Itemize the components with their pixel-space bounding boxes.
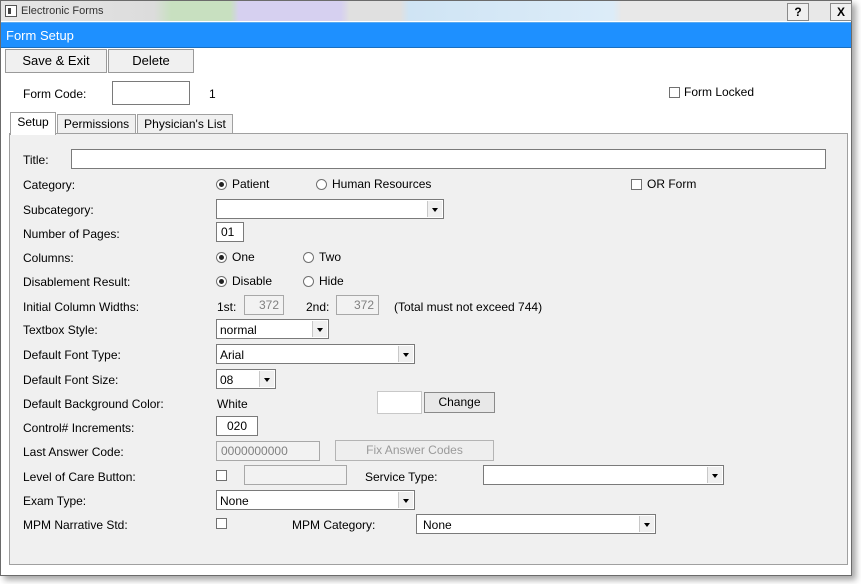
app-icon — [5, 5, 17, 17]
textbox-style-label: Textbox Style: — [23, 323, 98, 337]
chevron-down-icon[interactable] — [639, 516, 654, 532]
or-form-checkbox[interactable] — [631, 179, 642, 190]
width1-input[interactable]: 372 — [244, 295, 284, 315]
form-number: 1 — [209, 87, 216, 101]
exam-type-select[interactable]: None — [216, 490, 415, 510]
width2-input[interactable]: 372 — [336, 295, 379, 315]
columns-label: Columns: — [23, 251, 74, 265]
control-increments-input[interactable]: 020 — [216, 416, 258, 436]
level-of-care-input[interactable] — [244, 465, 347, 485]
chevron-down-icon[interactable] — [398, 492, 413, 508]
title-input[interactable] — [71, 149, 826, 169]
widths-label: Initial Column Widths: — [23, 300, 140, 314]
category-hr-label: Human Resources — [332, 177, 432, 191]
form-setup-title: Form Setup — [6, 28, 74, 43]
chevron-down-icon[interactable] — [398, 346, 413, 362]
mpm-narrative-std-checkbox[interactable] — [216, 518, 227, 529]
form-locked-checkbox[interactable] — [669, 87, 680, 98]
setup-panel — [9, 133, 848, 565]
columns-one-label: One — [232, 250, 255, 264]
form-code-label: Form Code: — [23, 87, 87, 101]
columns-one-radio[interactable] — [216, 252, 227, 263]
font-size-label: Default Font Size: — [23, 373, 119, 387]
tab-setup[interactable]: Setup — [10, 112, 56, 135]
width2-label: 2nd: — [306, 300, 330, 314]
widths-note: (Total must not exceed 744) — [394, 300, 543, 314]
category-hr-radio[interactable] — [316, 179, 327, 190]
bg-color-swatch — [377, 391, 422, 414]
columns-two-label: Two — [319, 250, 342, 264]
change-color-button[interactable]: Change — [424, 392, 495, 413]
font-size-select[interactable]: 08 — [216, 369, 276, 389]
title-bar: Electronic Forms ? X — [1, 1, 852, 21]
mpm-category-label: MPM Category: — [292, 518, 376, 532]
control-increments-label: Control# Increments: — [23, 421, 135, 435]
category-label: Category: — [23, 178, 76, 192]
exam-type-label: Exam Type: — [23, 494, 87, 508]
disable-radio[interactable] — [216, 276, 227, 287]
mpm-category-value: None — [423, 518, 452, 532]
subcategory-select[interactable] — [216, 199, 444, 219]
disable-option-label: Disable — [232, 274, 273, 288]
chevron-down-icon[interactable] — [259, 371, 274, 387]
hide-option-label: Hide — [319, 274, 344, 288]
chevron-down-icon[interactable] — [312, 321, 327, 337]
tab-physicians-list[interactable]: Physician's List — [137, 114, 233, 134]
fix-answer-codes-button[interactable]: Fix Answer Codes — [335, 440, 494, 461]
font-size-value: 08 — [220, 373, 234, 387]
main-window: Electronic Forms ? X Form Setup Save & E… — [0, 0, 852, 576]
hide-radio[interactable] — [303, 276, 314, 287]
service-type-label: Service Type: — [365, 470, 438, 484]
font-type-value: Arial — [220, 348, 245, 362]
form-setup-bar: Form Setup — [1, 22, 851, 48]
font-type-select[interactable]: Arial — [216, 344, 415, 364]
category-patient-radio[interactable] — [216, 179, 227, 190]
chevron-down-icon[interactable] — [707, 467, 722, 483]
pages-input[interactable]: 01 — [216, 222, 244, 242]
subcategory-label: Subcategory: — [23, 203, 94, 217]
textbox-style-value: normal — [220, 323, 257, 337]
window-title: Electronic Forms — [21, 5, 104, 17]
mpm-narrative-std-label: MPM Narrative Std: — [23, 518, 128, 532]
delete-button[interactable]: Delete — [108, 49, 194, 73]
last-answer-code-label: Last Answer Code: — [23, 445, 124, 459]
bg-color-value: White — [217, 397, 248, 411]
exam-type-value: None — [220, 494, 249, 508]
or-form-label: OR Form — [647, 177, 697, 191]
width1-label: 1st: — [217, 300, 237, 314]
category-patient-label: Patient — [232, 177, 270, 191]
form-locked-label: Form Locked — [684, 85, 755, 99]
service-type-select[interactable] — [483, 465, 724, 485]
close-button[interactable]: X — [830, 3, 852, 21]
title-label: Title: — [23, 153, 49, 167]
font-type-label: Default Font Type: — [23, 348, 121, 362]
help-button[interactable]: ? — [787, 3, 809, 21]
bg-color-label: Default Background Color: — [23, 397, 164, 411]
chevron-down-icon[interactable] — [427, 201, 442, 217]
mpm-category-select[interactable]: None — [416, 514, 656, 534]
last-answer-code-input[interactable]: 0000000000 — [216, 441, 320, 461]
level-of-care-label: Level of Care Button: — [23, 470, 136, 484]
level-of-care-checkbox[interactable] — [216, 470, 227, 481]
tab-permissions[interactable]: Permissions — [57, 114, 136, 134]
pages-label: Number of Pages: — [23, 227, 120, 241]
textbox-style-select[interactable]: normal — [216, 319, 329, 339]
save-exit-button[interactable]: Save & Exit — [5, 49, 107, 73]
form-code-input[interactable] — [112, 81, 190, 105]
disable-label: Disablement Result: — [23, 275, 131, 289]
columns-two-radio[interactable] — [303, 252, 314, 263]
